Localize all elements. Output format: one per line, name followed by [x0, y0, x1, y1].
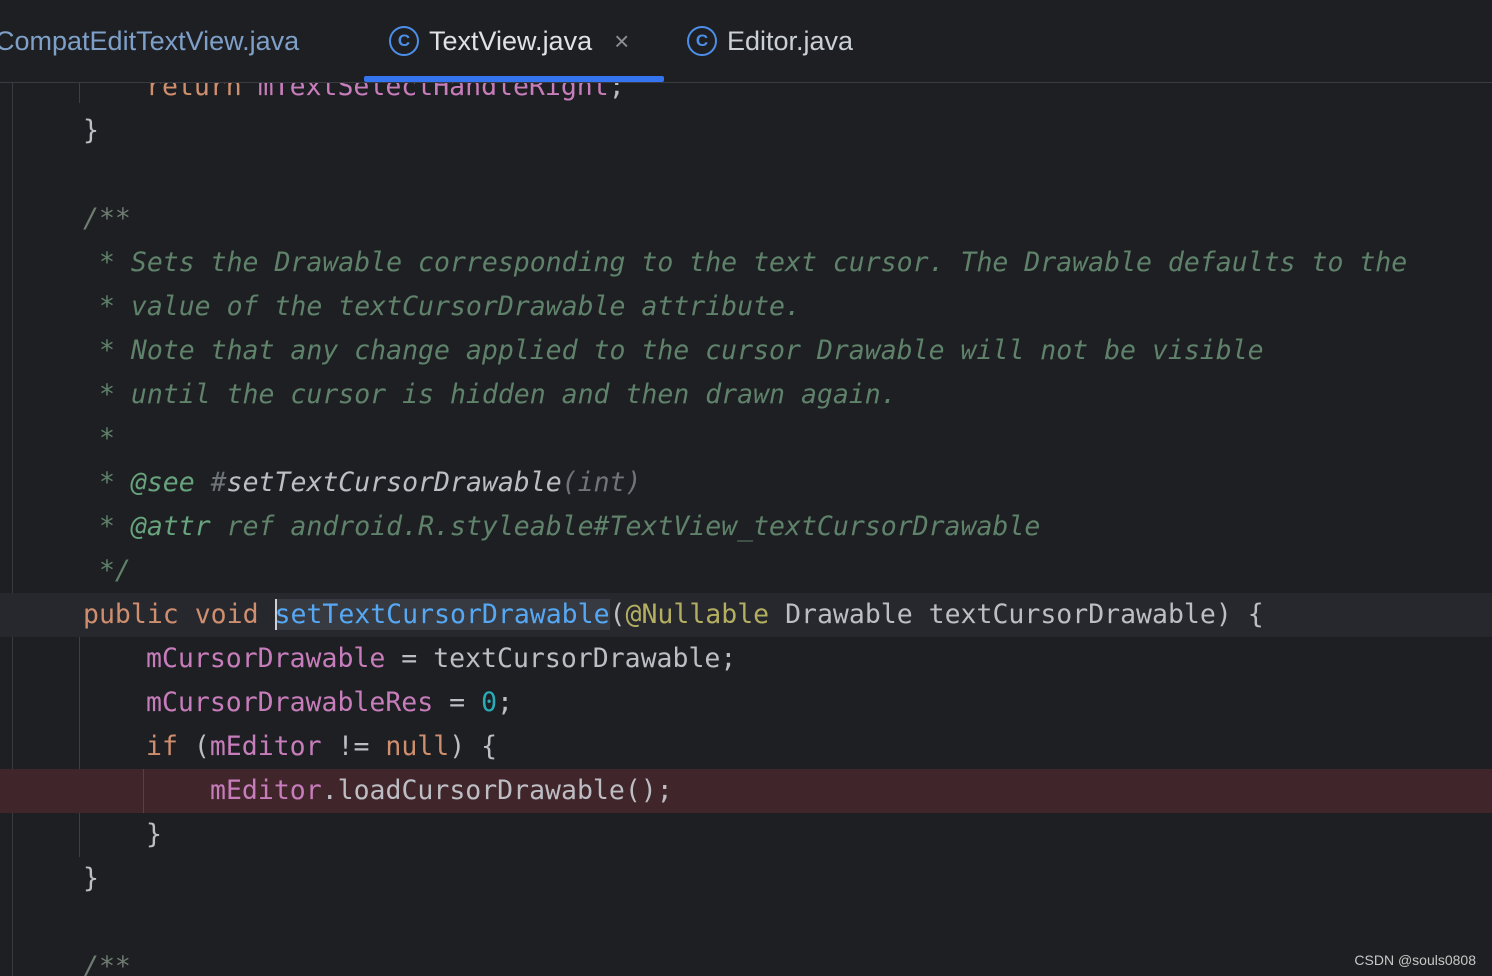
doc-tag: @see [130, 467, 195, 498]
code-line: /** [0, 197, 1492, 241]
doc-comment: /** [83, 951, 131, 976]
doc-tag: @attr [130, 511, 211, 542]
code-line: /** [0, 945, 1492, 976]
code-line: } [0, 813, 1492, 857]
code-text: = [433, 687, 482, 718]
keyword: if [146, 731, 178, 762]
tab-compat-edit-text-view[interactable]: CompatEditTextView.java [0, 0, 299, 82]
code-text: Drawable textCursorDrawable) { [769, 599, 1264, 630]
keyword: return [146, 83, 242, 102]
code-line: * Note that any change applied to the cu… [0, 329, 1492, 373]
code-line: mCursorDrawableRes = 0; [0, 681, 1492, 725]
code-line: return mTextSelectHandleRight; [0, 83, 1492, 109]
doc-comment: * Sets the Drawable corresponding to the… [83, 247, 1408, 278]
doc-comment: * [83, 423, 115, 454]
field-ref: mEditor [209, 731, 322, 762]
method-name[interactable]: setTextCursorDrawable [274, 599, 610, 630]
tab-editor[interactable]: C Editor.java [687, 0, 853, 82]
doc-comment: * [83, 511, 131, 542]
keyword: null [385, 731, 450, 762]
code-line: } [0, 857, 1492, 901]
tab-text-view[interactable]: C TextView.java × [389, 0, 629, 82]
code-text: ; [608, 83, 625, 102]
code-editor[interactable]: return mTextSelectHandleRight; } /** * S… [0, 83, 1492, 976]
doc-comment: * value of the textCursorDrawable attrib… [83, 291, 801, 322]
code-line: if (mEditor != null) { [0, 725, 1492, 769]
code-text: .loadCursorDrawable(); [321, 775, 673, 806]
doc-comment: * until the cursor is hidden and then dr… [83, 379, 897, 410]
close-icon[interactable]: × [614, 26, 629, 57]
number-literal: 0 [481, 687, 498, 718]
editor-tab-bar: CompatEditTextView.java C TextView.java … [0, 0, 1492, 83]
doc-comment: (int) [561, 467, 642, 498]
doc-comment: * [83, 467, 131, 498]
code-text: } [83, 115, 99, 146]
class-icon: C [389, 26, 419, 56]
doc-comment: */ [83, 555, 131, 586]
code-text: ; [497, 687, 513, 718]
code-line: * until the cursor is hidden and then dr… [0, 373, 1492, 417]
code-line: * value of the textCursorDrawable attrib… [0, 285, 1492, 329]
active-tab-indicator [364, 76, 664, 82]
doc-comment: /** [83, 203, 131, 234]
code-text: ( [177, 731, 210, 762]
code-line: } [0, 109, 1492, 153]
indent-guide [143, 769, 144, 813]
breakpoint-line: mEditor.loadCursorDrawable(); [0, 769, 1492, 813]
field-ref: mCursorDrawable [146, 643, 386, 674]
watermark: CSDN @souls0808 [1354, 952, 1476, 968]
code-text: != [321, 731, 386, 762]
current-line: public void setTextCursorDrawable(@Nulla… [0, 593, 1492, 637]
keyword: public [83, 599, 179, 630]
class-icon: C [687, 26, 717, 56]
code-line: * @attr ref android.R.styleable#TextView… [0, 505, 1492, 549]
code-line: * @see #setTextCursorDrawable(int) [0, 461, 1492, 505]
doc-link[interactable]: setTextCursorDrawable [227, 467, 562, 498]
doc-comment: * Note that any change applied to the cu… [83, 335, 1264, 366]
field-ref: mTextSelectHandleRight [257, 83, 609, 102]
code-line: */ [0, 549, 1492, 593]
keyword: void [194, 599, 259, 630]
code-text: ) { [449, 731, 498, 762]
annotation: @Nullable [625, 599, 770, 630]
field-ref: mEditor [210, 775, 322, 806]
doc-comment: ref android.R.styleable#TextView_textCur… [210, 511, 1041, 542]
field-ref: mCursorDrawableRes [146, 687, 434, 718]
code-line: * [0, 417, 1492, 461]
doc-comment: # [194, 467, 227, 498]
tab-label: CompatEditTextView.java [0, 25, 300, 56]
tab-label: TextView.java [429, 25, 593, 56]
tab-label: Editor.java [727, 25, 854, 56]
code-text: ( [609, 599, 626, 630]
code-line: * Sets the Drawable corresponding to the… [0, 241, 1492, 285]
code-line: mCursorDrawable = textCursorDrawable; [0, 637, 1492, 681]
code-text: } [83, 863, 99, 894]
code-text: } [146, 819, 162, 850]
code-text: = textCursorDrawable; [385, 643, 737, 674]
